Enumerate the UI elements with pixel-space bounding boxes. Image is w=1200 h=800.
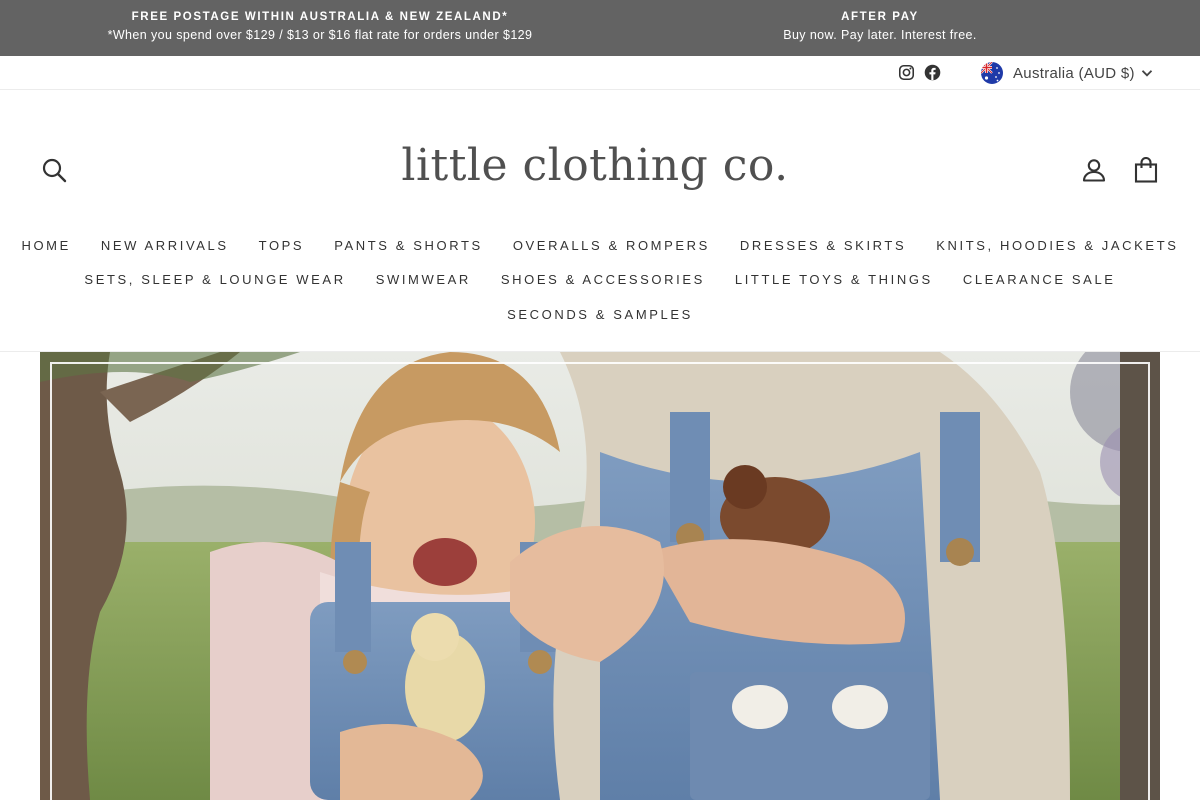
search-icon[interactable] [41,157,67,183]
nav-item-tops[interactable]: TOPS [244,238,320,253]
nav-item-seconds-samples[interactable]: SECONDS & SAMPLES [492,307,708,322]
afterpay-announcement[interactable]: AFTER PAY Buy now. Pay later. Interest f… [680,0,1080,56]
instagram-icon[interactable] [898,64,915,81]
account-icon[interactable] [1082,158,1106,182]
australia-flag-icon [981,62,1003,84]
nav-item-shoes-accessories[interactable]: SHOES & ACCESSORIES [486,272,720,287]
nav-item-clearance-sale[interactable]: CLEARANCE SALE [948,272,1131,287]
cart-icon[interactable] [1134,157,1158,183]
free-postage-detail: *When you spend over $129 / $13 or $16 f… [107,28,533,42]
afterpay-title: AFTER PAY [841,11,919,23]
main-nav-row-2: SETS, SLEEP & LOUNGE WEAR SWIMWEAR SHOES… [0,272,1200,287]
main-nav-row-3: SECONDS & SAMPLES [0,307,1200,322]
currency-label: Australia (AUD $) [1013,64,1135,82]
nav-item-swimwear[interactable]: SWIMWEAR [361,272,486,287]
free-postage-announcement[interactable]: FREE POSTAGE WITHIN AUSTRALIA & NEW ZEAL… [80,0,560,56]
currency-selector[interactable]: Australia (AUD $) [981,61,1153,85]
hero-frame-border [50,362,1150,800]
nav-item-little-toys-things[interactable]: LITTLE TOYS & THINGS [720,272,948,287]
announcement-bar: FREE POSTAGE WITHIN AUSTRALIA & NEW ZEAL… [0,0,1200,56]
nav-item-knits-hoodies-jackets[interactable]: KNITS, HOODIES & JACKETS [921,238,1193,253]
afterpay-detail: Buy now. Pay later. Interest free. [783,28,977,42]
utility-bar: Australia (AUD $) [0,56,1200,90]
chevron-down-icon [1141,70,1152,77]
nav-item-home[interactable]: HOME [6,238,85,253]
site-logo[interactable]: little clothing co. [350,140,840,191]
nav-item-overalls-rompers[interactable]: OVERALLS & ROMPERS [498,238,725,253]
nav-item-new-arrivals[interactable]: NEW ARRIVALS [86,238,244,253]
nav-item-sets-sleep-lounge[interactable]: SETS, SLEEP & LOUNGE WEAR [69,272,360,287]
facebook-icon[interactable] [924,64,941,81]
nav-item-pants-shorts[interactable]: PANTS & SHORTS [319,238,498,253]
free-postage-title: FREE POSTAGE WITHIN AUSTRALIA & NEW ZEAL… [131,11,509,23]
nav-item-dresses-skirts[interactable]: DRESSES & SKIRTS [725,238,921,253]
hero-banner[interactable] [40,352,1160,800]
main-nav-row-1: HOME NEW ARRIVALS TOPS PANTS & SHORTS OV… [0,238,1200,253]
